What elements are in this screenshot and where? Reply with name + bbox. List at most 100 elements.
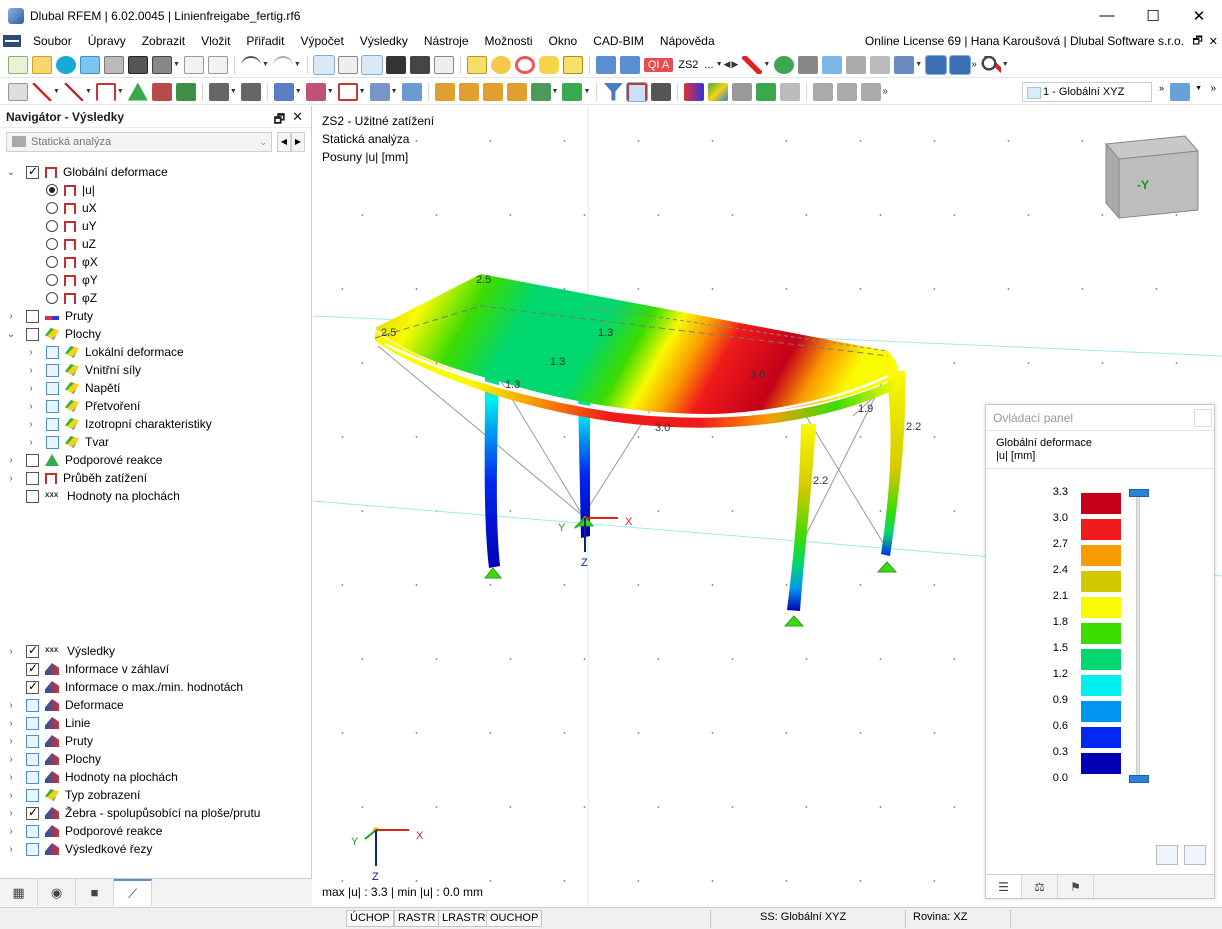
result-values-xxx-icon[interactable] bbox=[798, 55, 819, 74]
isoline-icon[interactable] bbox=[708, 82, 729, 101]
chevron-right-icon[interactable]: › bbox=[26, 401, 36, 412]
calculate-all-icon[interactable] bbox=[514, 55, 535, 74]
analysis-type-select[interactable]: Statická analýza ⌄ bbox=[6, 132, 272, 152]
menu-zobrazit[interactable]: Zobrazit bbox=[134, 31, 193, 51]
tree-radio[interactable] bbox=[46, 220, 58, 232]
redo-dropdown-icon[interactable]: ▼ bbox=[294, 61, 301, 68]
surface-numbering-icon[interactable] bbox=[506, 82, 527, 101]
calculate-icon[interactable] bbox=[490, 55, 511, 74]
control-panel-close-button[interactable] bbox=[1194, 409, 1212, 427]
search-dropdown-icon[interactable]: ▼ bbox=[1002, 61, 1009, 68]
section-icon[interactable] bbox=[732, 82, 753, 101]
grid-view-dropdown-icon[interactable]: ▼ bbox=[915, 61, 922, 68]
view-cube[interactable]: -Y bbox=[1104, 135, 1200, 220]
toolbar2-more-icon[interactable]: » bbox=[1210, 83, 1216, 94]
distribute-icon[interactable] bbox=[837, 82, 858, 101]
tree-checkbox[interactable] bbox=[26, 805, 39, 820]
chevron-down-icon[interactable]: ⌄ bbox=[6, 167, 16, 178]
load-icon[interactable] bbox=[151, 82, 172, 101]
tree-checkbox[interactable] bbox=[26, 643, 39, 658]
beam-results-icon[interactable] bbox=[925, 54, 948, 75]
tree-item[interactable]: Informace v záhlaví bbox=[0, 660, 312, 678]
tab-color-scale-icon[interactable]: ☰ bbox=[986, 875, 1022, 898]
chevron-right-icon[interactable]: › bbox=[26, 437, 36, 448]
coordinate-system-dropdown-icon[interactable]: » bbox=[1159, 83, 1164, 93]
grid-view-icon[interactable] bbox=[894, 55, 915, 74]
print-icon[interactable] bbox=[152, 55, 172, 74]
tree-item[interactable]: › xxx Výsledky bbox=[0, 642, 312, 660]
tree-checkbox[interactable] bbox=[26, 698, 39, 712]
object-snap-button[interactable]: OUCHOP bbox=[486, 910, 543, 927]
frame-dropdown-icon[interactable]: ▼ bbox=[117, 88, 124, 95]
tab-display-eye-icon[interactable]: ◉ bbox=[38, 879, 76, 906]
tree-checkbox[interactable] bbox=[26, 842, 39, 856]
tab-data[interactable]: ▦ bbox=[0, 879, 38, 906]
tree-item[interactable]: Informace o max./min. hodnotách bbox=[0, 678, 312, 696]
render-icon[interactable] bbox=[369, 82, 390, 101]
render-dropdown-icon[interactable]: ▼ bbox=[391, 88, 398, 95]
tree-radio[interactable] bbox=[46, 202, 58, 214]
tree-checkbox[interactable] bbox=[26, 164, 39, 179]
script-icon[interactable] bbox=[409, 55, 430, 74]
surface-results-icon[interactable] bbox=[949, 54, 972, 75]
dimension-icon[interactable] bbox=[208, 82, 229, 101]
legend-scale-icon[interactable] bbox=[1184, 845, 1206, 865]
tree-item[interactable]: ⌄ Globální deformace bbox=[0, 163, 312, 181]
tree-item[interactable]: › Pruty bbox=[0, 732, 312, 750]
nodal-support-icon[interactable] bbox=[175, 82, 196, 101]
node-icon[interactable] bbox=[434, 82, 455, 101]
console-icon[interactable] bbox=[385, 55, 406, 74]
navigator-close-button[interactable]: ✕ bbox=[292, 109, 303, 125]
tree-checkbox[interactable] bbox=[26, 661, 39, 676]
close-button[interactable]: ✕ bbox=[1176, 0, 1222, 31]
comment-icon[interactable] bbox=[240, 82, 261, 101]
tree-item[interactable]: › Napětí bbox=[0, 379, 312, 397]
menu-vlozit[interactable]: Vložit bbox=[193, 31, 238, 51]
save-icon[interactable] bbox=[128, 55, 148, 74]
result-values-icon[interactable] bbox=[562, 55, 583, 74]
view-mode-dropdown-icon[interactable]: ▼ bbox=[327, 88, 334, 95]
tree-item[interactable]: › Přetvoření bbox=[0, 397, 312, 415]
search-icon[interactable] bbox=[980, 55, 1001, 74]
tree-checkbox[interactable] bbox=[26, 489, 39, 503]
tree-checkbox[interactable] bbox=[26, 471, 39, 485]
tab-factors-scale-icon[interactable]: ⚖ bbox=[1022, 875, 1058, 898]
tree-checkbox[interactable] bbox=[46, 399, 59, 413]
close-document-button[interactable]: ✕ bbox=[1209, 35, 1218, 48]
diagram-icon[interactable] bbox=[684, 82, 705, 101]
animation-icon[interactable] bbox=[651, 82, 672, 101]
tree-checkbox[interactable] bbox=[46, 417, 59, 431]
tree-item[interactable]: › Plochy bbox=[0, 750, 312, 768]
tab-views-camera-icon[interactable]: ■ bbox=[76, 879, 114, 906]
model-check-icon[interactable] bbox=[466, 55, 487, 74]
load-display-dropdown-icon[interactable]: ▼ bbox=[583, 88, 590, 95]
tree-item[interactable]: φZ bbox=[0, 289, 312, 307]
tree-item[interactable]: › Lokální deformace bbox=[0, 343, 312, 361]
chevron-right-icon[interactable]: › bbox=[6, 808, 16, 819]
tree-checkbox[interactable] bbox=[26, 752, 39, 766]
workplane-icon[interactable] bbox=[1170, 83, 1190, 101]
chevron-right-icon[interactable]: › bbox=[6, 311, 16, 322]
line-grid-button[interactable]: LRASTR bbox=[438, 910, 490, 927]
menu-okno[interactable]: Okno bbox=[541, 31, 586, 51]
transparent-icon[interactable] bbox=[870, 55, 891, 74]
tree-item[interactable]: xxx Hodnoty na plochách bbox=[0, 487, 312, 505]
result-frame-icon[interactable] bbox=[626, 81, 649, 102]
result-labels-icon[interactable] bbox=[846, 55, 867, 74]
toolbar2-overflow-icon[interactable]: » bbox=[882, 86, 888, 97]
tree-item[interactable]: › Výsledkové řezy bbox=[0, 840, 312, 858]
show-results-icon[interactable] bbox=[774, 55, 795, 74]
tree-radio[interactable] bbox=[46, 256, 58, 268]
report-icon[interactable] bbox=[183, 55, 204, 74]
view-iso-icon[interactable] bbox=[273, 82, 294, 101]
member-dropdown-icon[interactable]: ▼ bbox=[85, 88, 92, 95]
tree-item[interactable]: › Pruty bbox=[0, 307, 312, 325]
chevron-right-icon[interactable]: › bbox=[6, 826, 16, 837]
load-display-icon[interactable] bbox=[562, 82, 583, 101]
line-dropdown-icon[interactable]: ▼ bbox=[53, 88, 60, 95]
properties-panel-icon[interactable] bbox=[360, 54, 383, 75]
chevron-right-icon[interactable]: › bbox=[6, 718, 16, 729]
tree-checkbox[interactable] bbox=[26, 770, 39, 784]
toolbar-overflow-icon[interactable]: » bbox=[971, 59, 977, 70]
menu-napoveda[interactable]: Nápověda bbox=[652, 31, 723, 51]
